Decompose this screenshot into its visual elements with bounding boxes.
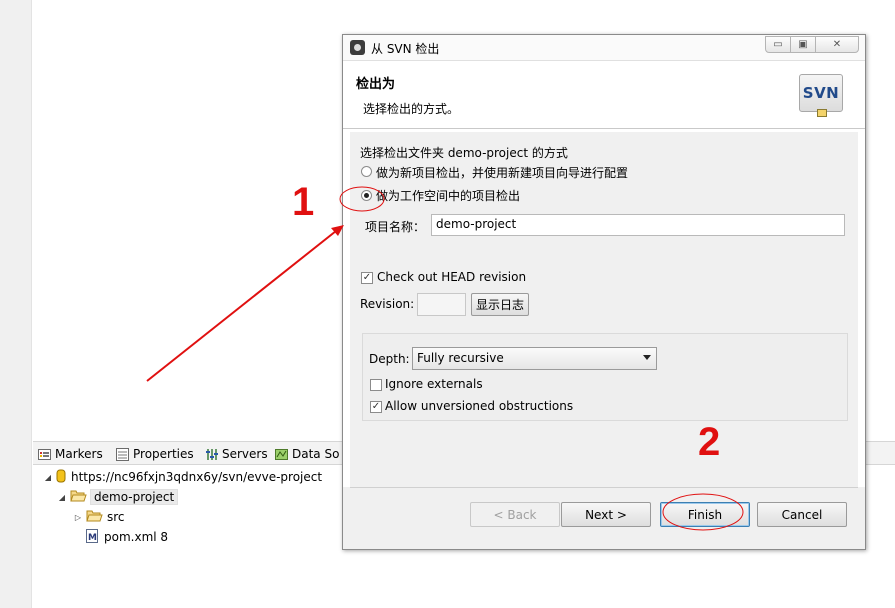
tab-data-source[interactable]: Data So xyxy=(275,445,339,463)
depth-options-group: Depth: Fully recursive Ignore externals … xyxy=(362,333,848,421)
svn-logo-text: SVN xyxy=(802,84,840,102)
annotation-step-1: 1 xyxy=(292,180,315,224)
maximize-button[interactable]: ▣ xyxy=(790,36,816,53)
tab-markers-label: Markers xyxy=(55,447,103,461)
tree-item-repository[interactable]: ◢ https://nc96fxjn3qdnx6y/svn/evve-proje… xyxy=(43,467,322,487)
servers-icon xyxy=(205,448,218,461)
svg-text:M: M xyxy=(88,533,97,543)
checkout-method-prompt: 选择检出文件夹 demo-project 的方式 xyxy=(360,146,568,160)
maximize-icon: ▣ xyxy=(798,39,808,50)
wizard-banner: 检出为 选择检出的方式。 SVN xyxy=(343,62,865,129)
radio-new-project-label[interactable]: 做为新项目检出，并使用新建项目向导进行配置 xyxy=(376,164,628,181)
minimize-icon: ▭ xyxy=(773,39,783,50)
tab-data-source-label: Data So xyxy=(292,447,340,461)
tab-properties-label: Properties xyxy=(133,447,194,461)
project-name-input[interactable]: demo-project xyxy=(431,214,845,236)
tab-markers[interactable]: Markers xyxy=(38,445,103,463)
expand-arrow-icon[interactable]: ◢ xyxy=(43,473,53,482)
dropdown-arrow-icon xyxy=(643,355,651,360)
revision-input[interactable] xyxy=(417,293,466,316)
left-sidebar-strip xyxy=(0,0,32,608)
depth-select[interactable]: Fully recursive xyxy=(412,347,657,370)
repository-icon xyxy=(56,469,66,486)
cancel-button[interactable]: Cancel xyxy=(757,502,847,527)
expand-arrow-icon[interactable]: ◢ xyxy=(57,493,67,502)
collapse-arrow-icon[interactable]: ▷ xyxy=(73,513,83,522)
show-log-button[interactable]: 显示日志 xyxy=(471,293,529,316)
ignore-externals-label[interactable]: Ignore externals xyxy=(385,377,483,391)
tree-item-src[interactable]: ▷ src xyxy=(73,507,125,527)
svn-logo-icon: SVN xyxy=(799,74,843,117)
project-name-label: 项目名称： xyxy=(365,220,426,234)
data-source-icon xyxy=(275,448,288,461)
maven-file-icon: M xyxy=(86,528,98,546)
next-button[interactable]: Next > xyxy=(561,502,651,527)
tree-item-demo-project[interactable]: ◢ demo-project xyxy=(57,487,179,507)
svn-checkout-dialog: 从 SVN 检出 ▭ ▣ ✕ 检出为 选择检出的方式。 SVN 选择检出文件夹 … xyxy=(342,34,866,550)
radio-workspace-project[interactable] xyxy=(361,190,372,201)
allow-unversioned-checkbox[interactable]: ✓ xyxy=(370,401,382,413)
annotation-step-2: 2 xyxy=(698,420,721,464)
close-button[interactable]: ✕ xyxy=(815,36,859,53)
checkout-head-label[interactable]: Check out HEAD revision xyxy=(377,270,526,284)
wizard-page-description: 选择检出的方式。 xyxy=(363,102,460,116)
back-button[interactable]: < Back xyxy=(470,502,560,527)
folder-open-icon xyxy=(70,489,87,505)
dialog-title: 从 SVN 检出 xyxy=(371,42,440,56)
folder-icon xyxy=(86,509,103,525)
close-icon: ✕ xyxy=(832,39,842,50)
markers-icon xyxy=(38,448,51,461)
radio-workspace-project-label[interactable]: 做为工作空间中的项目检出 xyxy=(376,187,520,204)
project-name-value: demo-project xyxy=(436,217,517,231)
minimize-button[interactable]: ▭ xyxy=(765,36,791,53)
wizard-footer: < Back Next > Finish Cancel xyxy=(343,487,865,549)
tree-item-label: demo-project xyxy=(90,489,179,505)
tree-item-label: pom.xml 8 xyxy=(104,530,169,544)
radio-new-project[interactable] xyxy=(361,166,372,177)
tree-item-label: https://nc96fxjn3qdnx6y/svn/evve-project xyxy=(71,470,323,484)
eclipse-app-icon xyxy=(350,40,365,55)
checkout-head-checkbox[interactable]: ✓ xyxy=(361,272,373,284)
tree-item-pom-xml[interactable]: M pom.xml 8 xyxy=(86,527,168,547)
finish-button[interactable]: Finish xyxy=(660,502,750,527)
tree-item-label: src xyxy=(107,510,125,524)
tab-properties[interactable]: Properties xyxy=(116,445,194,463)
wizard-body: 选择检出文件夹 demo-project 的方式 做为新项目检出，并使用新建项目… xyxy=(350,132,858,487)
tab-servers-label: Servers xyxy=(222,447,268,461)
tab-servers[interactable]: Servers xyxy=(205,445,268,463)
ignore-externals-checkbox[interactable] xyxy=(370,379,382,391)
properties-icon xyxy=(116,447,129,461)
wizard-page-title: 检出为 xyxy=(356,77,396,92)
dialog-titlebar[interactable]: 从 SVN 检出 ▭ ▣ ✕ xyxy=(343,35,865,61)
revision-label: Revision: xyxy=(360,297,415,311)
allow-unversioned-label[interactable]: Allow unversioned obstructions xyxy=(385,399,573,413)
depth-label: Depth: xyxy=(369,352,410,366)
depth-select-value: Fully recursive xyxy=(417,351,504,365)
